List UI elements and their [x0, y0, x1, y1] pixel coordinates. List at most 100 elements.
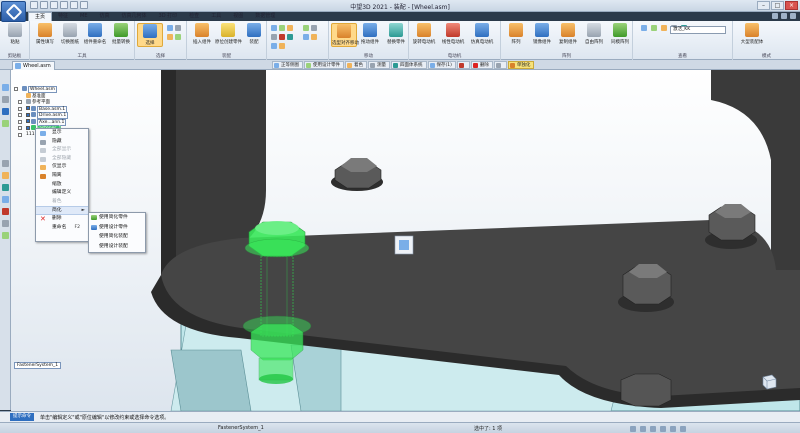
rename-component-button[interactable]: 组件重命名	[82, 23, 108, 45]
tool-c-icon[interactable]	[2, 184, 9, 191]
tool-d-icon[interactable]	[2, 196, 9, 203]
menu-item-hide-all[interactable]: 全部隐藏	[36, 155, 88, 164]
lasso-icon[interactable]	[175, 34, 181, 40]
layer-icon[interactable]	[2, 120, 9, 127]
tab-data-management[interactable]: 数据管理	[249, 12, 281, 21]
expand-icon[interactable]	[18, 126, 22, 130]
maximize-button[interactable]: □	[771, 1, 784, 10]
tab-tools[interactable]: 工具	[205, 12, 227, 21]
view-cube-icon[interactable]	[760, 372, 778, 390]
menu-item-shade[interactable]: 着色	[36, 198, 88, 207]
linear-motor-button[interactable]: 线性电动机	[440, 23, 466, 45]
visibility-checkbox[interactable]	[26, 112, 30, 117]
tab-home[interactable]: 主页	[28, 12, 53, 21]
blank-button-b[interactable]	[493, 61, 507, 69]
viewport-mini-icon[interactable]	[394, 235, 414, 255]
distance-icon[interactable]	[271, 43, 277, 49]
expand-icon[interactable]	[14, 87, 18, 91]
tab-sim-geometry[interactable]: 仿真几何体	[116, 12, 153, 21]
menu-item-isolate[interactable]: 隔离	[36, 172, 88, 181]
tool-e-icon[interactable]	[2, 208, 9, 215]
switch-drawing-button[interactable]: 切换图纸	[57, 23, 83, 45]
rotary-motor-button[interactable]: 旋转电动机	[411, 23, 437, 45]
menu-item-show[interactable]: 显示	[36, 129, 88, 138]
isolate-button[interactable]: 单独化	[507, 61, 535, 69]
constraint-icon[interactable]	[271, 25, 277, 31]
application-menu-button[interactable]	[1, 1, 26, 22]
blank-button-a[interactable]	[456, 61, 470, 69]
grid-icon[interactable]	[630, 425, 636, 432]
document-tab[interactable]: Wheel.asm	[12, 61, 55, 70]
view-select-dropdown[interactable]: 激活_KK	[670, 26, 726, 34]
tab-3d-print[interactable]: 3D 打印	[153, 12, 184, 21]
filter-icon[interactable]	[167, 25, 173, 31]
menu-item-simplify[interactable]: 简化 ►	[36, 206, 88, 215]
submenu-use-design-assembly[interactable]: 使用设计装配	[89, 242, 145, 252]
save-state-button[interactable]: 保存(1)	[427, 61, 456, 69]
fill-properties-button[interactable]: 属性填写	[32, 23, 58, 45]
tab-feature[interactable]: 特征	[52, 12, 74, 21]
visibility-checkbox[interactable]	[26, 119, 30, 123]
submenu-use-simplified-part[interactable]: 使用简化零件	[89, 213, 145, 223]
shading-button[interactable]: 着色	[345, 61, 367, 69]
tangent-icon[interactable]	[287, 34, 293, 40]
mate-icon[interactable]	[279, 25, 285, 31]
units-icon[interactable]	[670, 425, 676, 432]
use-design-part-button[interactable]: 使用设计零件	[304, 61, 344, 69]
motion-icon[interactable]	[311, 34, 317, 40]
tree-panel-icon[interactable]	[2, 108, 9, 115]
menu-item-show-all[interactable]: 全部显示	[36, 146, 88, 155]
style-icon[interactable]	[781, 13, 787, 19]
batch-convert-button[interactable]: 批量转换	[108, 23, 134, 45]
explode-icon[interactable]	[303, 34, 309, 40]
minimize-button[interactable]: –	[757, 1, 770, 10]
snap-icon[interactable]	[640, 425, 646, 432]
pick-icon[interactable]	[167, 34, 173, 40]
expand-icon[interactable]	[18, 119, 22, 124]
submenu-use-simplified-assembly[interactable]: 使用简化装配	[89, 232, 145, 242]
check-interference-icon[interactable]	[303, 25, 309, 31]
view-icon-b[interactable]	[651, 25, 657, 31]
display-mode-icon[interactable]	[660, 425, 666, 432]
expand-icon[interactable]	[18, 113, 22, 117]
tab-inspect[interactable]: 检查	[183, 12, 205, 21]
menu-item-edit-definition[interactable]: 编辑定义	[36, 189, 88, 198]
large-assembly-button[interactable]: 大型装配体	[735, 23, 769, 45]
menu-item-hide[interactable]: 隐藏	[36, 138, 88, 147]
tool-f-icon[interactable]	[2, 220, 9, 227]
gear-mate-icon[interactable]	[279, 43, 285, 49]
menu-item-show-only[interactable]: 仅显示	[36, 163, 88, 172]
close-button[interactable]: ×	[785, 1, 798, 10]
create-in-place-button[interactable]: 原位创建零件	[215, 23, 242, 45]
tab-view[interactable]: 视图	[227, 12, 249, 21]
delete-view-button[interactable]: 删除	[470, 61, 493, 69]
isometric-view-button[interactable]: 正等侧图	[272, 61, 303, 69]
box-select-icon[interactable]	[175, 25, 181, 31]
paste-button[interactable]: 粘贴	[2, 23, 28, 45]
replace-part-button[interactable]: 替换零件	[383, 23, 409, 45]
tab-me[interactable]: ME	[74, 12, 93, 21]
align-move-button[interactable]: 选型对齐移动	[331, 23, 359, 47]
expand-icon[interactable]	[18, 106, 22, 111]
copy-component-button[interactable]: 复制组件	[555, 23, 581, 45]
sim-motor-button[interactable]: 仿真电动机	[469, 23, 495, 45]
help-icon[interactable]	[772, 13, 778, 19]
drag-component-button[interactable]: 拖动组件	[357, 23, 383, 45]
fix-icon[interactable]	[271, 34, 277, 40]
menu-item-delete[interactable]: ✕ 删除	[36, 215, 88, 224]
notification-icon[interactable]	[680, 425, 686, 432]
tool-g-icon[interactable]	[2, 232, 9, 239]
mech-icon[interactable]	[311, 25, 317, 31]
submenu-use-design-part[interactable]: 使用设计零件	[89, 223, 145, 233]
expand-icon[interactable]	[18, 132, 22, 137]
free-pattern-button[interactable]: 自由阵列	[581, 23, 607, 45]
tool-a-icon[interactable]	[2, 160, 9, 167]
visibility-checkbox[interactable]	[26, 125, 30, 130]
view-icon-a[interactable]	[641, 25, 647, 31]
visibility-checkbox[interactable]	[26, 106, 30, 110]
menu-item-rename[interactable]: 重命名 F2	[36, 224, 88, 233]
tab-simulation[interactable]: 仿真	[94, 12, 116, 21]
assembly-manager-icon[interactable]	[2, 84, 9, 91]
tool-b-icon[interactable]	[2, 172, 9, 179]
menu-item-zoom[interactable]: 缩放	[36, 181, 88, 190]
